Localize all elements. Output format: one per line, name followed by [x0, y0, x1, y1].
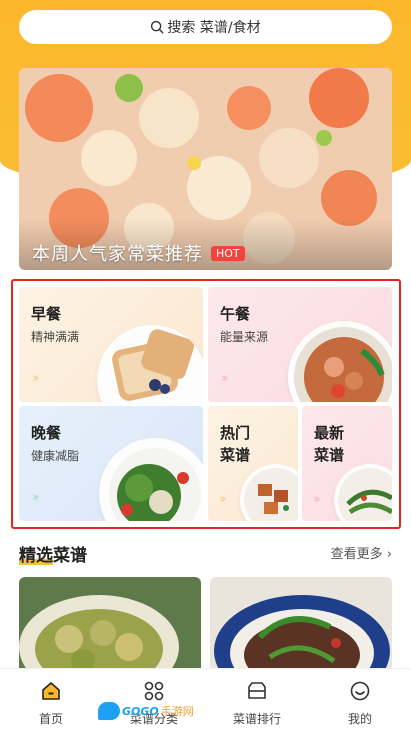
- tab-label: 首页: [38, 712, 63, 726]
- noodle-bowl-image: [288, 321, 392, 402]
- ranking-box-icon: [248, 682, 266, 699]
- category-title: 午餐: [220, 305, 251, 323]
- category-card-new-recipes[interactable]: 最新菜谱 ››: [302, 406, 392, 521]
- salad-plate-image: [99, 438, 203, 521]
- search-icon: [151, 20, 165, 34]
- category-grid-icon: [144, 681, 164, 701]
- category-card-lunch[interactable]: 午餐 能量来源 ››: [208, 287, 392, 402]
- tab-label: 我的: [347, 712, 372, 726]
- category-subtitle: 健康减脂: [31, 449, 80, 463]
- double-chevron-icon: ››: [32, 371, 40, 386]
- category-card-dinner[interactable]: 晚餐 健康减脂 ››: [19, 406, 203, 521]
- banner-title: 本周人气家常菜推荐: [32, 244, 203, 265]
- category-title: 最新菜谱: [314, 424, 345, 464]
- watermark-logo-icon: [98, 702, 120, 720]
- hot-badge: HOT: [211, 245, 245, 261]
- double-chevron-icon: ››: [313, 492, 321, 507]
- double-chevron-icon: ››: [221, 371, 229, 386]
- watermark-suffix: 手游网: [160, 705, 194, 718]
- watermark: GOGO 手游网: [98, 702, 194, 720]
- category-card-breakfast[interactable]: 早餐 精神满满 ››: [19, 287, 203, 402]
- green-beans-dish-image: [334, 464, 392, 521]
- braised-dish-image: [240, 464, 298, 521]
- double-chevron-icon: ››: [219, 492, 227, 507]
- watermark-brand: GOGO: [122, 704, 159, 718]
- section-title: 精选菜谱: [19, 541, 87, 566]
- category-title: 早餐: [31, 305, 62, 323]
- stir-fried-beef-dish-image: [210, 577, 392, 669]
- section-title-text: 精选菜谱: [19, 546, 87, 566]
- featured-banner[interactable]: 本周人气家常菜推荐 HOT: [19, 68, 392, 270]
- cucumber-dish-image: [19, 577, 201, 669]
- search-input[interactable]: 搜索 菜谱/食材: [19, 10, 392, 44]
- tab-categories[interactable]: 菜谱分类: [103, 669, 205, 731]
- bottom-tab-bar: 首页 菜谱分类 菜谱排行 我的: [0, 668, 411, 731]
- recipe-card[interactable]: [210, 577, 392, 669]
- view-more-link[interactable]: 查看更多 ›: [331, 543, 392, 562]
- tab-ranking[interactable]: 菜谱排行: [206, 669, 308, 731]
- recipe-card[interactable]: [19, 577, 201, 669]
- toast-plate-image: [97, 325, 203, 402]
- category-subtitle: 能量来源: [220, 330, 269, 344]
- tab-profile[interactable]: 我的: [309, 669, 411, 731]
- double-chevron-icon: ››: [32, 490, 40, 505]
- category-subtitle: 精神满满: [31, 330, 80, 344]
- tab-label: 菜谱排行: [232, 712, 281, 726]
- category-card-hot-recipes[interactable]: 热门菜谱 ››: [208, 406, 298, 521]
- tab-home[interactable]: 首页: [0, 669, 102, 731]
- category-title: 晚餐: [31, 424, 62, 442]
- category-title: 热门菜谱: [220, 424, 251, 464]
- home-icon: [42, 682, 60, 700]
- search-placeholder: 搜索 菜谱/食材: [167, 20, 261, 36]
- profile-smile-icon: [350, 681, 370, 701]
